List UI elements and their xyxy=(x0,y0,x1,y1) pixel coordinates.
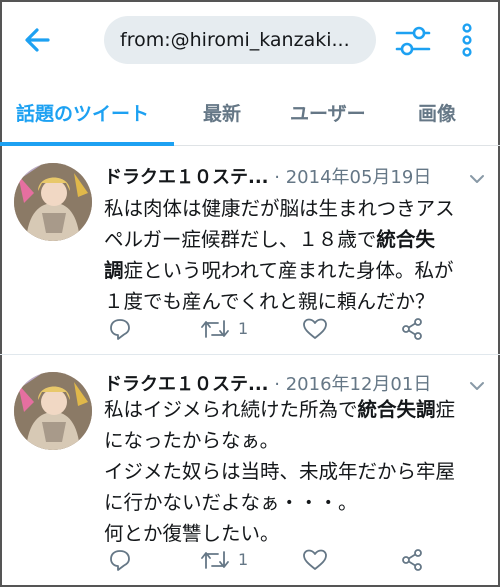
tweet-line: 私はイジメられ続けた所為で統合失調症 xyxy=(104,394,488,425)
tab-images[interactable]: 画像 xyxy=(418,86,456,144)
tweet-text-span: 症 xyxy=(435,398,456,421)
caret-down-icon[interactable] xyxy=(468,172,486,186)
search-input[interactable]: from:@hiromi_kanzaki... xyxy=(104,16,376,64)
header-separator: · xyxy=(274,374,280,395)
active-tab-indicator xyxy=(0,142,174,146)
tweet-actions: 1 xyxy=(104,315,444,343)
retweet-icon[interactable] xyxy=(200,546,230,574)
tweet-line: に行かないだよなぁ・・・。 xyxy=(104,491,358,514)
retweet-count: 1 xyxy=(238,319,249,338)
highlight-term: 調 xyxy=(104,259,124,282)
tweet-text-span: 症という呪われて産まれた身体。私が xyxy=(123,259,454,282)
tweet-text: 私はイジメられ続けた所為で統合失調症 になったからなぁ。 イジメた奴らは当時、未… xyxy=(104,394,488,549)
tweet-line: 私は肉体は健康だが脳は生まれつきアス xyxy=(104,197,455,220)
tab-users[interactable]: ユーザー xyxy=(290,86,366,144)
header-separator: · xyxy=(274,167,280,188)
search-tabs: 話題のツイート 最新 ユーザー 画像 xyxy=(0,86,500,146)
share-icon[interactable] xyxy=(400,546,424,574)
reply-icon[interactable] xyxy=(108,315,132,343)
caret-down-icon[interactable] xyxy=(468,379,486,393)
tweet-line: 何とか復讐したい。 xyxy=(104,522,280,545)
tweet-text-span: 私はイジメられ続けた所為で xyxy=(104,398,358,421)
tweet-line: ペルガー症候群だし、１８歳で統合失 xyxy=(104,224,488,255)
tweet-header: ドラクエ１０ステ... · 2014年05月19日 xyxy=(104,165,431,191)
share-icon[interactable] xyxy=(400,315,424,343)
avatar[interactable] xyxy=(14,372,92,450)
retweet-icon[interactable] xyxy=(200,315,230,343)
tweet-line: になったからなぁ。 xyxy=(104,429,280,452)
tweet-text-span: ペルガー症候群だし、１８歳で xyxy=(104,228,377,251)
tweet-line: １度でも産んでくれと親に頼んだか？ xyxy=(104,290,435,313)
user-name[interactable]: ドラクエ１０ステ... xyxy=(104,167,269,188)
user-name[interactable]: ドラクエ１０ステ... xyxy=(104,374,269,395)
like-icon[interactable] xyxy=(302,546,328,574)
like-icon[interactable] xyxy=(302,315,328,343)
tweet-date[interactable]: 2016年12月01日 xyxy=(286,374,432,395)
tweet-item[interactable]: ドラクエ１０ステ... · 2014年05月19日 私は肉体は健康だが脳は生まれ… xyxy=(0,147,500,355)
tweet-date[interactable]: 2014年05月19日 xyxy=(286,167,432,188)
tweet-item[interactable]: ドラクエ１０ステ... · 2016年12月01日 私はイジメられ続けた所為で統… xyxy=(0,356,500,585)
highlight-term: 統合失調 xyxy=(357,398,436,421)
filter-sliders-icon[interactable] xyxy=(394,22,432,60)
reply-icon[interactable] xyxy=(108,546,132,574)
tweet-text: 私は肉体は健康だが脳は生まれつきアス ペルガー症候群だし、１８歳で統合失 調症と… xyxy=(104,193,488,317)
tweet-line: イジメた奴らは当時、未成年だから牢屋 xyxy=(104,460,456,483)
top-bar: from:@hiromi_kanzaki... xyxy=(0,0,500,80)
retweet-count: 1 xyxy=(238,550,249,569)
tab-top-tweets[interactable]: 話題のツイート xyxy=(16,86,149,144)
tweet-actions: 1 xyxy=(104,546,444,574)
back-arrow-icon[interactable] xyxy=(18,20,58,60)
tab-latest[interactable]: 最新 xyxy=(203,86,241,144)
more-vertical-icon[interactable] xyxy=(457,20,477,60)
highlight-term: 統合失 xyxy=(376,228,435,251)
avatar[interactable] xyxy=(14,163,92,241)
tweet-line: 調症という呪われて産まれた身体。私が xyxy=(104,255,488,286)
